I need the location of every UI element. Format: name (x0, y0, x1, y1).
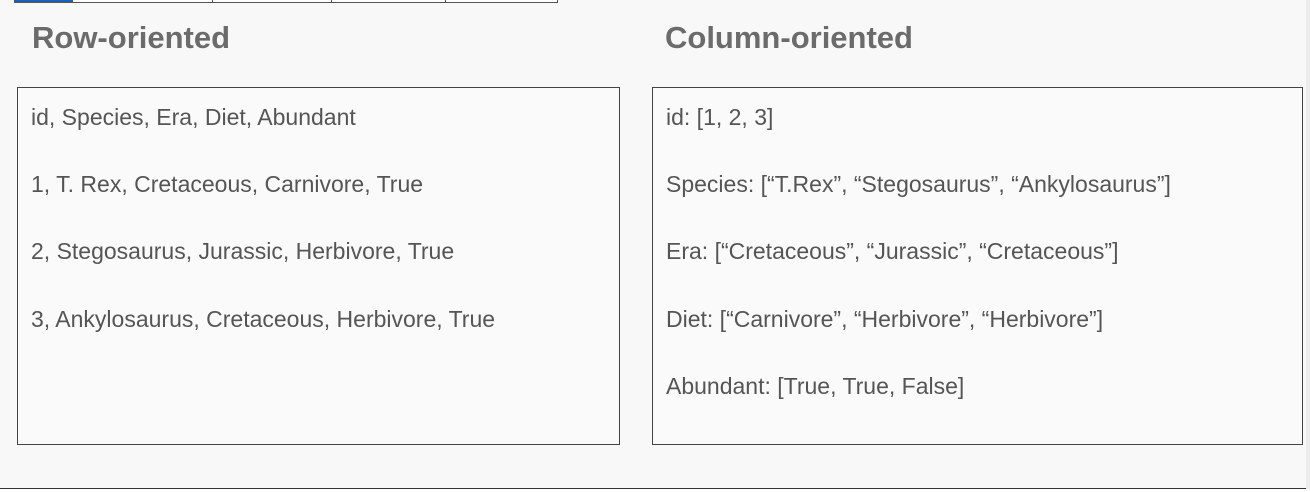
row-oriented-box: id, Species, Era, Diet, Abundant 1, T. R… (17, 87, 620, 445)
tab[interactable] (446, 0, 557, 2)
tab-strip (14, 0, 558, 3)
row-line-2: 2, Stegosaurus, Jurassic, Herbivore, Tru… (31, 238, 455, 264)
diagram-canvas: Row-oriented Column-oriented id, Species… (0, 0, 1310, 489)
row-line-3: 3, Ankylosaurus, Cretaceous, Herbivore, … (31, 306, 496, 332)
column-oriented-box: id: [1, 2, 3] Species: [“T.Rex”, “Stegos… (652, 87, 1303, 445)
row-line-header: id, Species, Era, Diet, Abundant (31, 104, 356, 130)
row-oriented-title: Row-oriented (32, 20, 231, 55)
column-line-abundant: Abundant: [True, True, False] (666, 373, 965, 399)
tab[interactable] (213, 0, 332, 2)
canvas-edge-shade (1306, 0, 1310, 489)
column-line-diet: Diet: [“Carnivore”, “Herbivore”, “Herbiv… (666, 306, 1104, 332)
tab[interactable] (332, 0, 446, 2)
column-line-species: Species: [“T.Rex”, “Stegosaurus”, “Ankyl… (666, 171, 1171, 197)
column-line-id: id: [1, 2, 3] (666, 104, 774, 130)
row-line-1: 1, T. Rex, Cretaceous, Carnivore, True (31, 171, 424, 197)
column-oriented-title: Column-oriented (665, 20, 913, 55)
tab-active[interactable] (15, 0, 73, 2)
tab[interactable] (73, 0, 213, 2)
column-line-era: Era: [“Cretaceous”, “Jurassic”, “Cretace… (666, 238, 1119, 264)
